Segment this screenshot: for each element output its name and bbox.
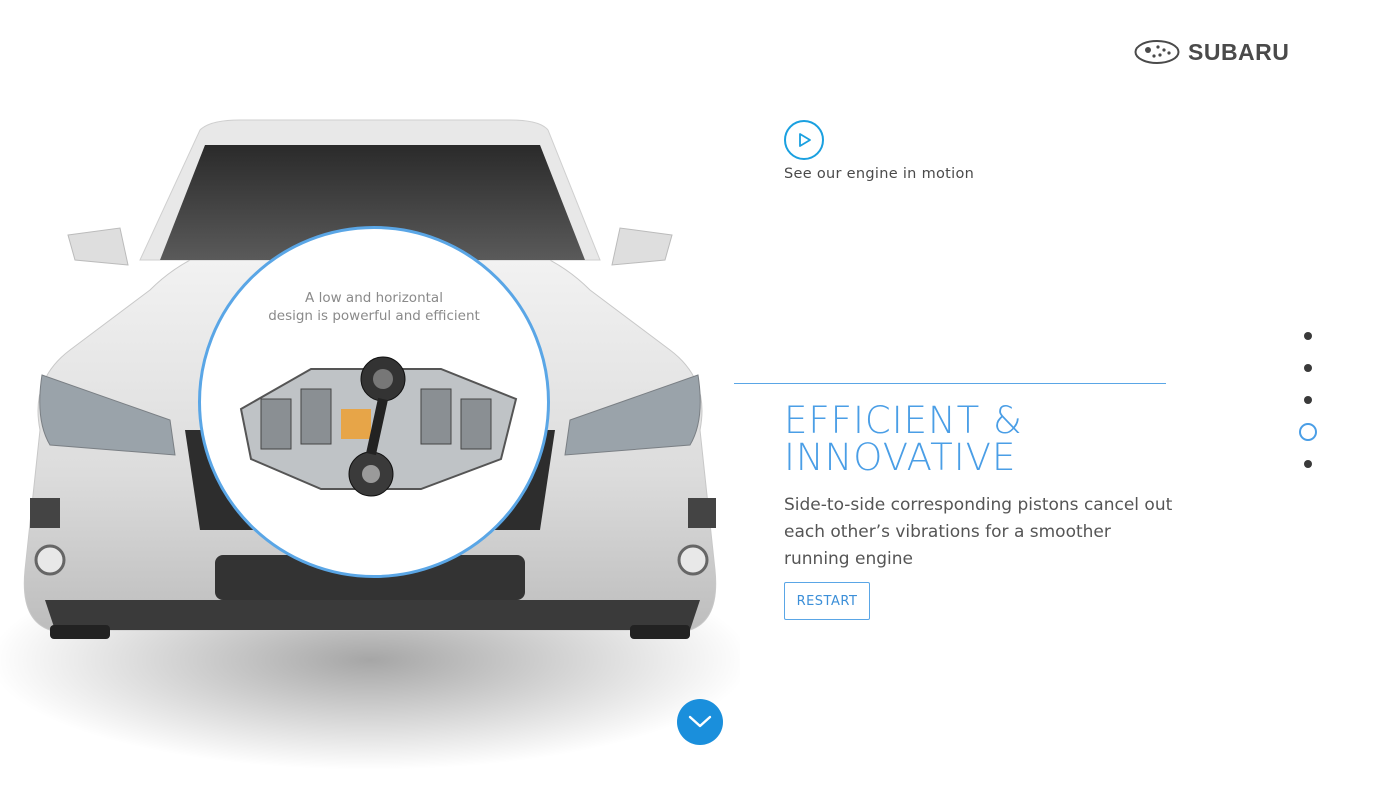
play-icon xyxy=(799,133,811,147)
section-divider xyxy=(734,383,1166,384)
pagination-dot-3[interactable] xyxy=(1304,396,1312,404)
play-video-button[interactable] xyxy=(784,120,824,160)
play-video-label[interactable]: See our engine in motion xyxy=(784,166,974,182)
pagination-dot-1[interactable] xyxy=(1304,332,1312,340)
subaru-logo[interactable]: SUBARU xyxy=(1134,36,1289,68)
pagination-dot-2[interactable] xyxy=(1304,364,1312,372)
engine-cutaway-lens: A low and horizontal design is powerful … xyxy=(198,226,550,578)
restart-button[interactable]: RESTART xyxy=(784,582,870,620)
section-pagination xyxy=(1296,326,1320,476)
feature-title: EFFICIENT & INNOVATIVE xyxy=(784,399,1023,479)
subaru-stars-oval-icon xyxy=(1134,40,1180,64)
brand-name: SUBARU xyxy=(1188,38,1290,65)
engine-caption: A low and horizontal design is powerful … xyxy=(268,290,480,324)
boxer-engine-image xyxy=(239,356,518,497)
pagination-dot-5[interactable] xyxy=(1304,460,1312,468)
chevron-down-icon xyxy=(688,715,712,728)
car-hero: A low and horizontal design is powerful … xyxy=(0,100,740,800)
scroll-down-button[interactable] xyxy=(677,699,723,745)
feature-description: Side-to-side corresponding pistons cance… xyxy=(784,495,1173,569)
pagination-dot-4-active[interactable] xyxy=(1299,423,1317,441)
